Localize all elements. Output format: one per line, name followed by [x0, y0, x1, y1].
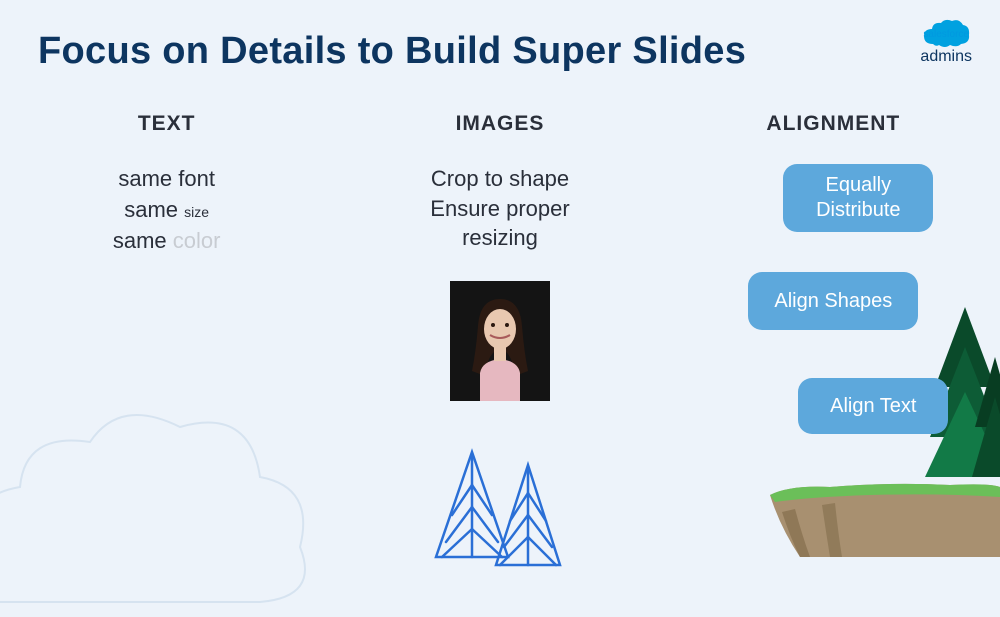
logo-brand-text: salesforce [923, 29, 969, 40]
text-line-size: same size [124, 195, 209, 226]
cliff-decoration [740, 457, 1000, 557]
images-column-header: IMAGES [456, 112, 545, 136]
column-images: IMAGES Crop to shape Ensure proper resiz… [333, 112, 666, 434]
text-line-font: same font [118, 164, 215, 195]
pill-equally-distribute: EquallyDistribute [783, 164, 933, 232]
salesforce-cloud-icon: salesforce [921, 18, 971, 50]
images-line-crop: Crop to shape [431, 164, 569, 194]
alignment-column-header: ALIGNMENT [766, 112, 900, 136]
text-column-header: TEXT [138, 112, 196, 136]
images-line-resize-a: Ensure proper [430, 194, 569, 224]
sample-photo [450, 281, 550, 401]
blue-trees-decoration [430, 447, 570, 567]
pill-align-text: Align Text [798, 378, 948, 434]
images-line-resize-b: resizing [462, 223, 538, 253]
salesforce-admins-logo: salesforce admins [920, 18, 972, 66]
column-text: TEXT same font same size same color [0, 112, 333, 434]
pill-align-shapes: Align Shapes [748, 272, 918, 330]
text-line-color: same color [113, 226, 221, 257]
slide-title: Focus on Details to Build Super Slides [38, 30, 746, 73]
content-columns: TEXT same font same size same color IMAG… [0, 112, 1000, 434]
column-alignment: ALIGNMENT EquallyDistribute Align Shapes… [667, 112, 1000, 434]
